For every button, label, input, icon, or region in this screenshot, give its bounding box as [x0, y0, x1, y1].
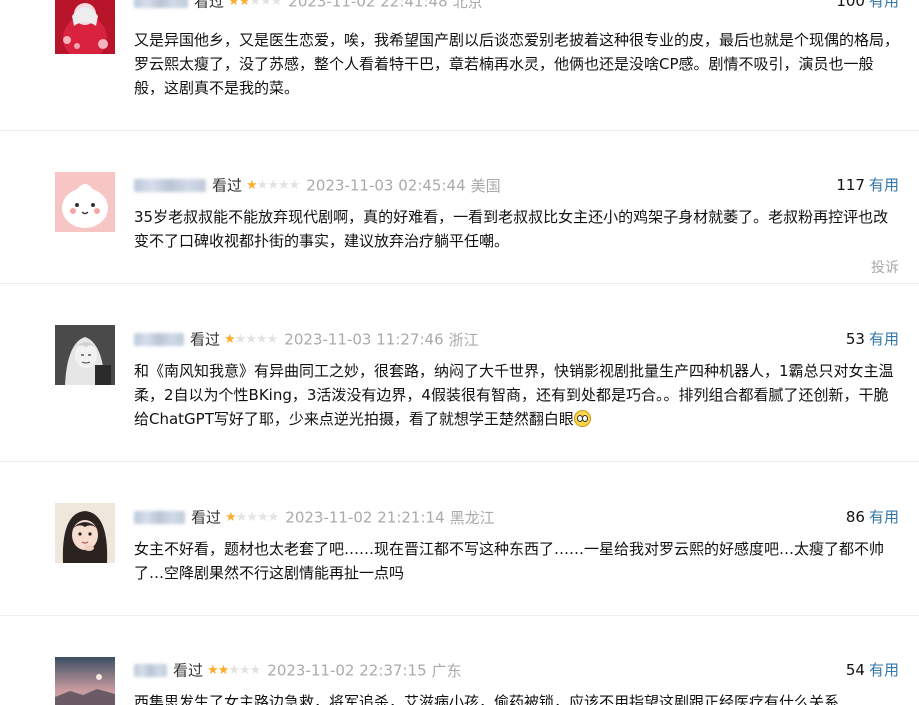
avatar[interactable]	[55, 0, 115, 54]
avatar-image	[55, 325, 115, 385]
watched-status: 看过	[190, 330, 221, 349]
star-empty-icon: ★	[256, 177, 269, 193]
useful-button[interactable]: 有用	[869, 661, 899, 679]
avatar[interactable]	[55, 325, 115, 385]
star-empty-icon: ★	[235, 509, 248, 525]
review-text: 西集思发生了女主路边急救，将军追杀，艾滋病小孩，偷药被锁，应该不用指望这剧跟正经…	[134, 693, 840, 705]
review-text: 和《南风知我意》有异曲同工之妙，很套路，纳闷了大千世界，快销影视剧批量生产四种机…	[134, 362, 894, 428]
review-item: 看过 ★★★★★ 2023-11-03 02:45:44 美国 117 有用 35岁老叔…	[0, 130, 919, 284]
username[interactable]	[134, 664, 167, 677]
useful-button[interactable]: 有用	[869, 176, 899, 194]
avatar-image	[55, 172, 115, 232]
review-item: 看过 ★★★★★ 2023-11-02 22:37:15 广东 54 有用 西集思发生了…	[0, 615, 919, 705]
watched-status: 看过	[212, 176, 243, 195]
eye-roll-emoji-icon	[573, 410, 591, 427]
useful-button[interactable]: 有用	[869, 508, 899, 526]
review-time: 2023-11-02 22:37:15	[267, 661, 427, 680]
review-item: 看过 ★★★★★ 2023-11-03 11:27:46 浙江 53 有用 和《南风知我…	[0, 283, 919, 462]
username[interactable]	[134, 333, 184, 346]
useful-count: 53	[845, 330, 865, 348]
review-item: 看过 ★★★★★ 2023-11-02 22:41:48 北京 100 有用 又是异国他…	[0, 0, 919, 131]
star-filled-icon: ★	[238, 0, 251, 9]
review-location: 黑龙江	[449, 508, 495, 527]
star-empty-icon: ★	[249, 662, 262, 678]
review-time: 2023-11-03 11:27:46	[284, 330, 444, 349]
rating-stars: ★★★★★	[225, 508, 280, 528]
review-time: 2023-11-03 02:45:44	[306, 176, 466, 195]
review-location: 北京	[452, 0, 483, 11]
username[interactable]	[134, 511, 185, 524]
username[interactable]	[134, 179, 206, 192]
useful-button[interactable]: 有用	[869, 0, 899, 10]
vote-area: 100 有用	[836, 0, 899, 11]
vote-area: 53 有用	[846, 329, 899, 349]
avatar[interactable]	[55, 503, 115, 563]
avatar-image	[55, 503, 115, 563]
star-empty-icon: ★	[277, 177, 290, 193]
useful-count: 117	[836, 176, 865, 194]
rating-stars: ★★★★★	[224, 330, 279, 350]
avatar[interactable]	[55, 172, 115, 232]
star-empty-icon: ★	[267, 177, 279, 193]
useful-count: 100	[836, 0, 865, 10]
star-empty-icon: ★	[267, 509, 280, 525]
star-empty-icon: ★	[246, 509, 258, 525]
vote-area: 117 有用	[836, 175, 899, 195]
star-filled-icon: ★	[217, 662, 230, 678]
report-link[interactable]: 投诉	[871, 257, 899, 277]
vote-area: 86 有用	[846, 507, 899, 527]
useful-count: 86	[845, 508, 865, 526]
watched-status: 看过	[173, 661, 204, 680]
star-empty-icon: ★	[228, 662, 240, 678]
star-empty-icon: ★	[266, 331, 279, 347]
rating-stars: ★★★★★	[228, 0, 283, 12]
star-filled-icon: ★	[207, 662, 219, 678]
star-filled-icon: ★	[246, 177, 258, 193]
review-meta: 看过 ★★★★★ 2023-11-02 22:41:48 北京 100 有用	[134, 0, 899, 11]
review-item: 看过 ★★★★★ 2023-11-02 21:21:14 黑龙江 86 有用 女主不好看…	[0, 461, 919, 616]
star-empty-icon: ★	[256, 509, 269, 525]
star-empty-icon: ★	[234, 331, 247, 347]
review-meta: 看过 ★★★★★ 2023-11-03 02:45:44 美国 117 有用	[134, 175, 899, 195]
star-empty-icon: ★	[238, 662, 251, 678]
rating-stars: ★★★★★	[207, 661, 262, 681]
review-meta: 看过 ★★★★★ 2023-11-03 11:27:46 浙江 53 有用	[134, 329, 899, 349]
review-location: 广东	[431, 661, 462, 680]
star-empty-icon: ★	[249, 0, 261, 9]
star-empty-icon: ★	[259, 0, 272, 9]
star-filled-icon: ★	[224, 331, 236, 347]
review-meta: 看过 ★★★★★ 2023-11-02 22:37:15 广东 54 有用	[134, 660, 899, 680]
star-empty-icon: ★	[245, 331, 257, 347]
review-location: 浙江	[448, 330, 479, 349]
avatar-image	[55, 0, 115, 54]
avatar-image	[55, 657, 115, 705]
star-filled-icon: ★	[225, 509, 237, 525]
review-time: 2023-11-02 22:41:48	[288, 0, 448, 11]
review-feed: 看过 ★★★★★ 2023-11-02 22:41:48 北京 100 有用 又是异国他…	[0, 0, 919, 705]
watched-status: 看过	[191, 508, 222, 527]
star-empty-icon: ★	[270, 0, 283, 9]
review-text: 又是异国他乡，又是医生恋爱，唉，我希望国产剧以后谈恋爱别老披着这种很专业的皮，最…	[134, 31, 900, 97]
review-text: 35岁老叔叔能不能放弃现代剧啊，真的好难看，一看到老叔叔比女主还小的鸡架子身材就…	[134, 208, 889, 250]
star-empty-icon: ★	[288, 177, 301, 193]
avatar[interactable]	[55, 657, 115, 705]
useful-count: 54	[845, 661, 865, 679]
username[interactable]	[134, 0, 188, 8]
useful-button[interactable]: 有用	[869, 330, 899, 348]
star-empty-icon: ★	[255, 331, 268, 347]
vote-area: 54 有用	[846, 660, 899, 680]
review-time: 2023-11-02 21:21:14	[285, 508, 445, 527]
star-filled-icon: ★	[228, 0, 240, 9]
review-meta: 看过 ★★★★★ 2023-11-02 21:21:14 黑龙江 86 有用	[134, 507, 899, 527]
rating-stars: ★★★★★	[246, 176, 301, 196]
watched-status: 看过	[194, 0, 225, 11]
review-location: 美国	[470, 176, 501, 195]
review-text-block: 和《南风知我意》有异曲同工之妙，很套路，纳闷了大千世界，快销影视剧批量生产四种机…	[134, 359, 902, 431]
review-text: 女主不好看，题材也太老套了吧……现在晋江都不写这种东西了……一星给我对罗云熙的好…	[134, 540, 885, 582]
